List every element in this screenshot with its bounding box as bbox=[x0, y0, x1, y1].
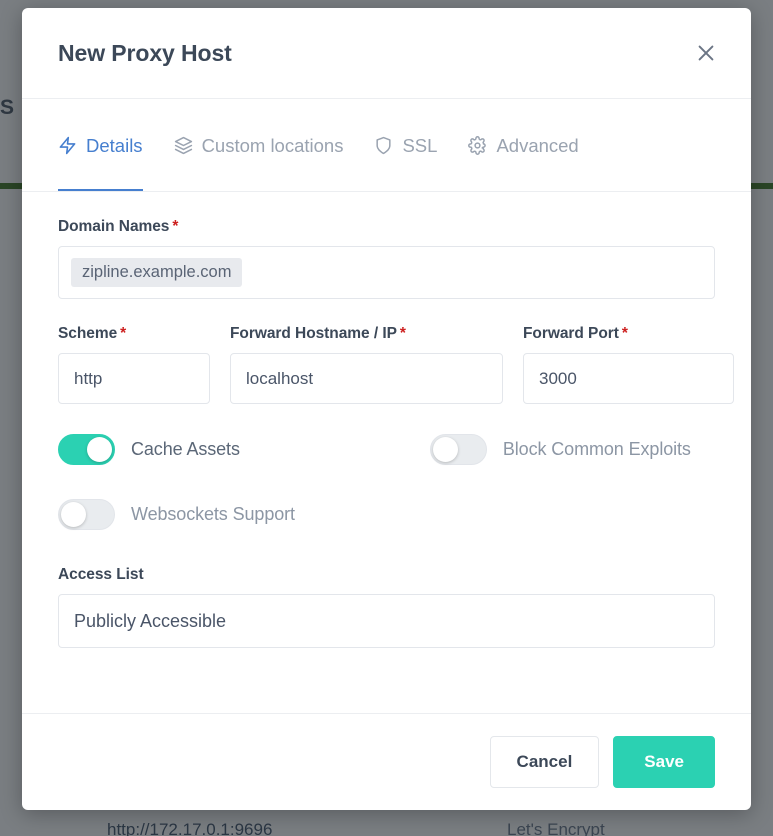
toggle-cache-assets[interactable]: Cache Assets bbox=[58, 434, 240, 465]
modal-title: New Proxy Host bbox=[58, 39, 232, 66]
switch-knob bbox=[87, 437, 112, 462]
gear-icon bbox=[468, 135, 487, 155]
toggle-row-secondary: Websockets Support bbox=[58, 499, 715, 530]
required-asterisk: * bbox=[120, 325, 127, 342]
shield-icon bbox=[374, 136, 393, 155]
modal-footer: Cancel Save bbox=[22, 713, 751, 810]
required-asterisk: * bbox=[621, 325, 628, 342]
modal-header: New Proxy Host bbox=[22, 8, 751, 98]
forward-hostname-label-text: Forward Hostname / IP bbox=[230, 325, 397, 342]
toggle-block-common-exploits[interactable]: Block Common Exploits bbox=[429, 434, 691, 465]
required-asterisk: * bbox=[399, 325, 406, 342]
scheme-label-text: Scheme bbox=[58, 325, 118, 342]
websockets-support-switch[interactable] bbox=[58, 499, 115, 530]
domain-names-input[interactable]: zipline.example.com bbox=[58, 246, 715, 299]
scheme-input[interactable] bbox=[58, 353, 210, 404]
field-access-list: Access List Publicly Accessible bbox=[58, 566, 715, 648]
forward-port-label: Forward Port * bbox=[523, 325, 734, 343]
domain-names-label: Domain Names * bbox=[58, 218, 715, 236]
tab-ssl-label: SSL bbox=[402, 134, 438, 156]
cancel-button[interactable]: Cancel bbox=[489, 736, 600, 788]
field-scheme: Scheme * bbox=[58, 325, 210, 404]
screen: S http://172.17.0.1:9696 Let's Encrypt N… bbox=[0, 0, 773, 836]
close-icon bbox=[695, 42, 717, 64]
field-domain-names: Domain Names * zipline.example.com bbox=[58, 218, 715, 299]
scheme-label: Scheme * bbox=[58, 325, 210, 343]
save-button[interactable]: Save bbox=[613, 736, 715, 788]
toggle-websockets-support[interactable]: Websockets Support bbox=[58, 499, 295, 530]
forward-port-label-text: Forward Port bbox=[523, 325, 619, 342]
forward-settings-row: Scheme* Forward Hostname / IP* Forward P… bbox=[58, 325, 734, 404]
tab-custom-locations-label: Custom locations bbox=[201, 134, 344, 156]
domain-names-label-text: Domain Names bbox=[58, 218, 170, 235]
toggle-row-primary: Cache Assets Block Common Exploits bbox=[58, 434, 715, 465]
tab-ssl[interactable]: SSL bbox=[374, 99, 437, 191]
tab-advanced[interactable]: Advanced bbox=[468, 99, 579, 191]
zap-icon bbox=[58, 136, 77, 155]
switch-knob bbox=[61, 502, 86, 527]
block-common-exploits-switch[interactable] bbox=[429, 434, 487, 465]
new-proxy-host-modal: New Proxy Host Details Custom locations … bbox=[22, 8, 751, 810]
domain-tag[interactable]: zipline.example.com bbox=[71, 257, 243, 288]
field-forward-hostname: Forward Hostname / IP * bbox=[230, 325, 503, 404]
modal-tabs: Details Custom locations SSL Advanced bbox=[22, 98, 751, 192]
tab-custom-locations[interactable]: Custom locations bbox=[174, 99, 344, 191]
access-list-select[interactable]: Publicly Accessible bbox=[58, 594, 715, 648]
forward-hostname-input[interactable] bbox=[230, 353, 503, 404]
field-forward-port: Forward Port * bbox=[523, 325, 734, 404]
access-list-value: Publicly Accessible bbox=[74, 610, 227, 631]
tab-details-label: Details bbox=[86, 134, 143, 156]
forward-port-input[interactable] bbox=[523, 353, 734, 404]
close-button[interactable] bbox=[689, 36, 723, 70]
websockets-support-label: Websockets Support bbox=[131, 504, 295, 524]
switch-knob bbox=[432, 437, 458, 462]
layers-icon bbox=[174, 136, 193, 155]
cache-assets-label: Cache Assets bbox=[131, 439, 240, 459]
tab-advanced-label: Advanced bbox=[496, 134, 579, 156]
cache-assets-switch[interactable] bbox=[58, 434, 115, 465]
access-list-label: Access List bbox=[58, 566, 144, 583]
block-common-exploits-label: Block Common Exploits bbox=[502, 439, 691, 459]
forward-hostname-label: Forward Hostname / IP * bbox=[230, 325, 503, 343]
required-asterisk: * bbox=[172, 218, 179, 235]
modal-body: Domain Names * zipline.example.com Scheme… bbox=[22, 192, 751, 713]
tab-details[interactable]: Details bbox=[58, 99, 143, 191]
